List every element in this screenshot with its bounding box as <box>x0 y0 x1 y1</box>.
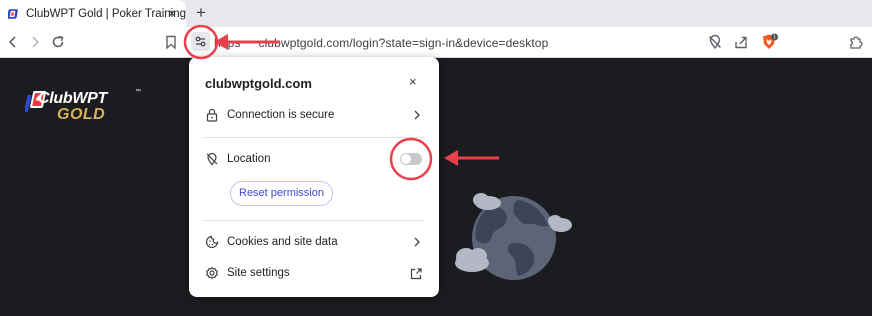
cookies-label: Cookies and site data <box>227 236 338 248</box>
clubwpt-favicon-icon <box>8 8 18 19</box>
logo-trademark: ™ <box>135 89 141 95</box>
gear-icon <box>205 266 219 280</box>
site-info-popup: clubwptgold.com × Connection is secure L… <box>189 57 439 297</box>
chevron-right-icon <box>414 237 420 247</box>
globe-illustration-icon <box>455 193 572 280</box>
popup-close-button[interactable]: × <box>409 74 417 89</box>
site-info-button[interactable] <box>191 32 210 51</box>
popup-divider <box>203 220 425 221</box>
cookie-icon <box>205 235 219 249</box>
brave-shield-icon[interactable]: 1 <box>760 33 778 51</box>
tab-close-button[interactable]: × <box>168 6 176 20</box>
puzzle-extension-icon[interactable] <box>848 34 864 50</box>
svg-text:1: 1 <box>773 35 776 41</box>
bookmark-icon[interactable] <box>163 34 179 50</box>
logo-gold-text: GOLD <box>57 106 106 123</box>
popup-divider <box>203 137 425 138</box>
url-prefix: https <box>214 36 241 50</box>
url-rest: clubwptgold.com/login?state=sign-in&devi… <box>258 36 549 50</box>
site-info-tune-icon <box>195 36 206 47</box>
back-arrow-icon[interactable] <box>5 34 21 50</box>
site-settings-label: Site settings <box>227 267 290 279</box>
reload-icon[interactable] <box>50 34 66 50</box>
forward-arrow-icon[interactable] <box>27 34 43 50</box>
browser-toolbar: https clubwptgold.com/login?state=sign-in… <box>0 27 872 58</box>
popup-domain-title: clubwptgold.com <box>205 76 312 91</box>
location-off-icon[interactable] <box>707 34 723 50</box>
open-external-icon <box>410 268 422 280</box>
tab-title: ClubWPT Gold | Poker Training <box>25 7 186 20</box>
tab-strip: ClubWPT Gold | Poker Training × + <box>0 0 872 27</box>
address-bar-url[interactable]: https clubwptgold.com/login?state=sign-in… <box>214 36 548 50</box>
lock-icon <box>206 108 218 122</box>
chevron-right-icon <box>414 110 420 120</box>
reset-permission-button[interactable]: Reset permission <box>230 181 333 206</box>
connection-label: Connection is secure <box>227 109 335 121</box>
browser-tab[interactable]: ClubWPT Gold | Poker Training × <box>0 0 186 27</box>
share-icon[interactable] <box>733 34 749 50</box>
location-toggle-knob <box>401 154 411 164</box>
location-off-icon <box>206 152 218 166</box>
location-label: Location <box>227 153 271 165</box>
new-tab-button[interactable]: + <box>196 3 206 23</box>
